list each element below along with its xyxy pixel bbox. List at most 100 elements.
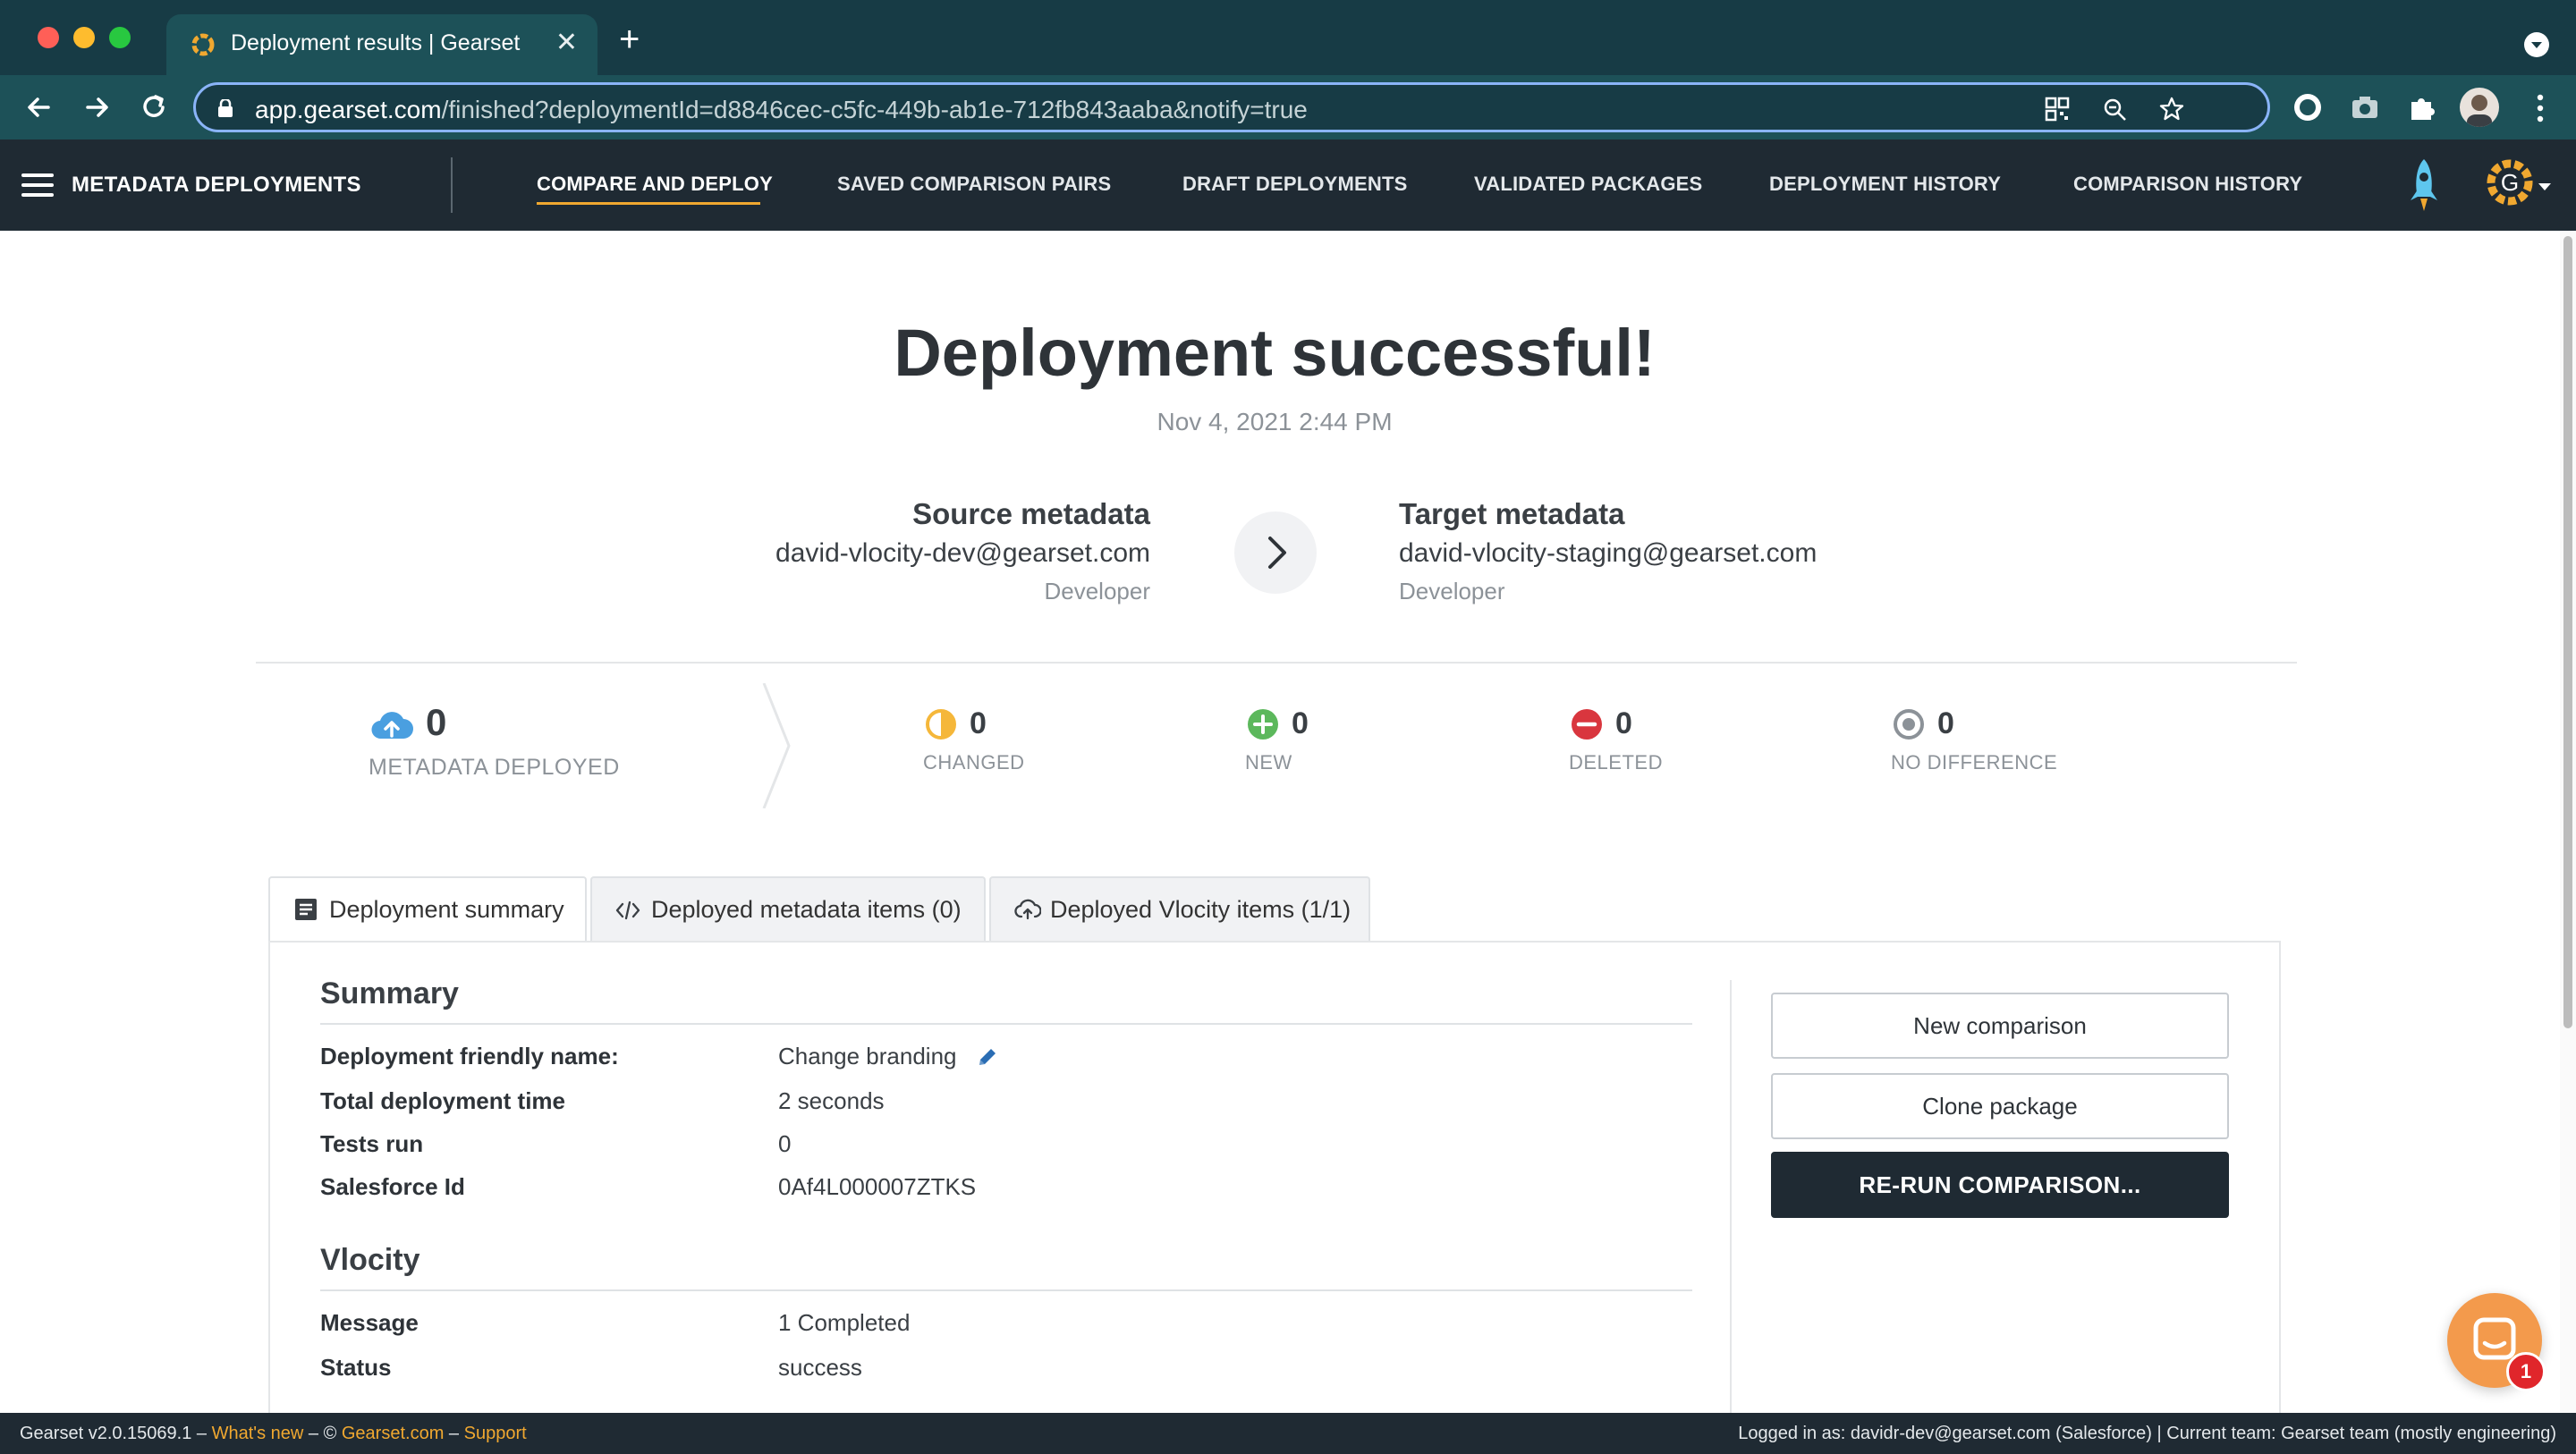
footer-version: Gearset v2.0.15069.1 – bbox=[20, 1424, 212, 1443]
rerun-comparison-button[interactable]: RE-RUN COMPARISON... bbox=[1771, 1152, 2229, 1218]
code-icon bbox=[615, 900, 640, 920]
target-username: david-vlocity-staging@gearset.com bbox=[1399, 538, 1818, 568]
camera-extension-icon[interactable] bbox=[2347, 89, 2383, 125]
url-text: app.gearset.com/finished?deploymentId=d8… bbox=[255, 96, 1308, 123]
deployment-time-value: 2 seconds bbox=[778, 1087, 885, 1114]
deleted-count: 0 bbox=[1615, 706, 1632, 740]
tab-deployed-vlocity-items[interactable]: Deployed Vlocity items (1/1) bbox=[989, 876, 1370, 941]
browser-tab-bar: Deployment results | Gearset ✕ + bbox=[0, 0, 2576, 75]
whats-new-link[interactable]: What's new bbox=[212, 1424, 304, 1443]
hamburger-menu-icon[interactable] bbox=[21, 173, 54, 197]
nav-divider bbox=[451, 157, 453, 213]
svg-text:G: G bbox=[2501, 169, 2519, 196]
account-menu[interactable]: G bbox=[2485, 156, 2535, 209]
source-username: david-vlocity-dev@gearset.com bbox=[775, 538, 1150, 568]
qr-code-icon[interactable] bbox=[2044, 96, 2071, 123]
new-plus-icon bbox=[1248, 709, 1278, 740]
maximize-window-button[interactable] bbox=[109, 27, 131, 48]
nav-validated-packages[interactable]: VALIDATED PACKAGES bbox=[1474, 173, 1702, 196]
new-tab-button[interactable]: + bbox=[619, 20, 640, 60]
chevron-right-icon bbox=[1268, 537, 1286, 569]
vlocity-section-rule bbox=[320, 1289, 1692, 1291]
metadata-deployed-count: 0 bbox=[426, 701, 447, 743]
footer-bar: Gearset v2.0.15069.1 – What's new – © Ge… bbox=[0, 1413, 2576, 1454]
summary-section-title: Summary bbox=[320, 976, 459, 1010]
changed-label: CHANGED bbox=[923, 751, 1025, 773]
footer-separator: – bbox=[444, 1424, 464, 1443]
browser-toolbar: app.gearset.com/finished?deploymentId=d8… bbox=[0, 75, 2576, 139]
nav-comparison-history[interactable]: COMPARISON HISTORY bbox=[2073, 173, 2302, 196]
new-comparison-button[interactable]: New comparison bbox=[1771, 993, 2229, 1059]
gearset-site-link[interactable]: Gearset.com bbox=[342, 1424, 444, 1443]
nav-compare-and-deploy[interactable]: COMPARE AND DEPLOY bbox=[537, 173, 773, 196]
page-scrollbar-thumb[interactable] bbox=[2563, 236, 2572, 1028]
nav-active-underline bbox=[537, 202, 760, 205]
footer-copyright: – © bbox=[303, 1424, 342, 1443]
address-bar[interactable]: app.gearset.com/finished?deploymentId=d8… bbox=[193, 82, 2270, 132]
source-org-type: Developer bbox=[1044, 578, 1150, 604]
stats-separator bbox=[762, 683, 791, 808]
nav-saved-comparison-pairs[interactable]: SAVED COMPARISON PAIRS bbox=[837, 173, 1111, 196]
target-org-type: Developer bbox=[1399, 578, 1505, 604]
tab-deployment-summary[interactable]: Deployment summary bbox=[268, 876, 587, 943]
bookmark-star-icon[interactable] bbox=[2158, 96, 2185, 123]
no-difference-icon bbox=[1894, 709, 1924, 740]
deleted-minus-icon bbox=[1572, 709, 1602, 740]
panel-divider bbox=[1730, 980, 1732, 1413]
clone-package-button[interactable]: Clone package bbox=[1771, 1073, 2229, 1139]
footer-version-info: Gearset v2.0.15069.1 – What's new – © Ge… bbox=[20, 1424, 527, 1444]
vlocity-section-title: Vlocity bbox=[320, 1243, 420, 1277]
salesforce-id-key: Salesforce Id bbox=[320, 1173, 465, 1200]
reload-icon[interactable] bbox=[136, 89, 172, 125]
friendly-name-key: Deployment friendly name: bbox=[320, 1043, 619, 1069]
new-label: NEW bbox=[1245, 751, 1292, 773]
support-link[interactable]: Support bbox=[464, 1424, 527, 1443]
forward-icon[interactable] bbox=[79, 89, 114, 125]
extensions-puzzle-icon[interactable] bbox=[2404, 89, 2440, 125]
deleted-label: DELETED bbox=[1569, 751, 1663, 773]
browser-profile-avatar[interactable] bbox=[2460, 88, 2499, 127]
app-navbar: METADATA DEPLOYMENTS COMPARE AND DEPLOY … bbox=[0, 139, 2576, 231]
tab-search-button[interactable] bbox=[2524, 32, 2549, 57]
password-manager-icon[interactable] bbox=[2290, 89, 2326, 125]
zoom-icon[interactable] bbox=[2101, 96, 2128, 123]
vlocity-status-key: Status bbox=[320, 1354, 392, 1381]
deployment-result-title: Deployment successful! bbox=[894, 316, 1656, 390]
document-icon bbox=[295, 899, 317, 920]
back-icon[interactable] bbox=[21, 89, 57, 125]
rocket-icon[interactable] bbox=[2406, 157, 2442, 215]
tab-title: Deployment results | Gearset bbox=[231, 30, 521, 55]
chat-notification-badge: 1 bbox=[2506, 1352, 2546, 1391]
target-metadata-label: Target metadata bbox=[1399, 497, 1625, 530]
tab-deployed-metadata-items[interactable]: Deployed metadata items (0) bbox=[590, 876, 986, 941]
close-window-button[interactable] bbox=[38, 27, 59, 48]
browser-menu-icon[interactable] bbox=[2537, 93, 2544, 123]
vlocity-message-key: Message bbox=[320, 1309, 419, 1336]
new-count: 0 bbox=[1292, 706, 1309, 740]
section-divider bbox=[256, 662, 2297, 664]
nav-draft-deployments[interactable]: DRAFT DEPLOYMENTS bbox=[1182, 173, 1408, 196]
tab-close-icon[interactable]: ✕ bbox=[555, 27, 578, 58]
app-title: METADATA DEPLOYMENTS bbox=[72, 173, 361, 197]
browser-tab[interactable]: Deployment results | Gearset ✕ bbox=[166, 14, 597, 75]
gearset-favicon-icon bbox=[191, 33, 215, 56]
tab-deployed-metadata-items-label: Deployed metadata items (0) bbox=[651, 896, 962, 923]
cloud-upload-icon bbox=[371, 712, 413, 740]
vlocity-message-value: 1 Completed bbox=[778, 1309, 911, 1336]
edit-pencil-icon[interactable] bbox=[975, 1044, 1000, 1069]
source-metadata-label: Source metadata bbox=[912, 497, 1150, 530]
salesforce-id-value: 0Af4L000007ZTKS bbox=[778, 1173, 977, 1200]
cloud-upload-outline-icon bbox=[1014, 899, 1041, 920]
changed-half-circle-icon bbox=[926, 709, 956, 740]
tests-run-value: 0 bbox=[778, 1130, 792, 1157]
summary-section-rule bbox=[320, 1023, 1692, 1025]
account-dropdown-caret-icon[interactable] bbox=[2538, 183, 2551, 190]
minimize-window-button[interactable] bbox=[73, 27, 95, 48]
tab-deployed-vlocity-items-label: Deployed Vlocity items (1/1) bbox=[1050, 896, 1352, 923]
gearset-logo-icon: G bbox=[2487, 159, 2533, 206]
no-difference-label: NO DIFFERENCE bbox=[1891, 751, 2058, 773]
profile-photo-icon bbox=[2467, 95, 2492, 127]
nav-deployment-history[interactable]: DEPLOYMENT HISTORY bbox=[1769, 173, 2001, 196]
vlocity-status-value: success bbox=[778, 1354, 862, 1381]
no-difference-count: 0 bbox=[1937, 706, 1954, 740]
